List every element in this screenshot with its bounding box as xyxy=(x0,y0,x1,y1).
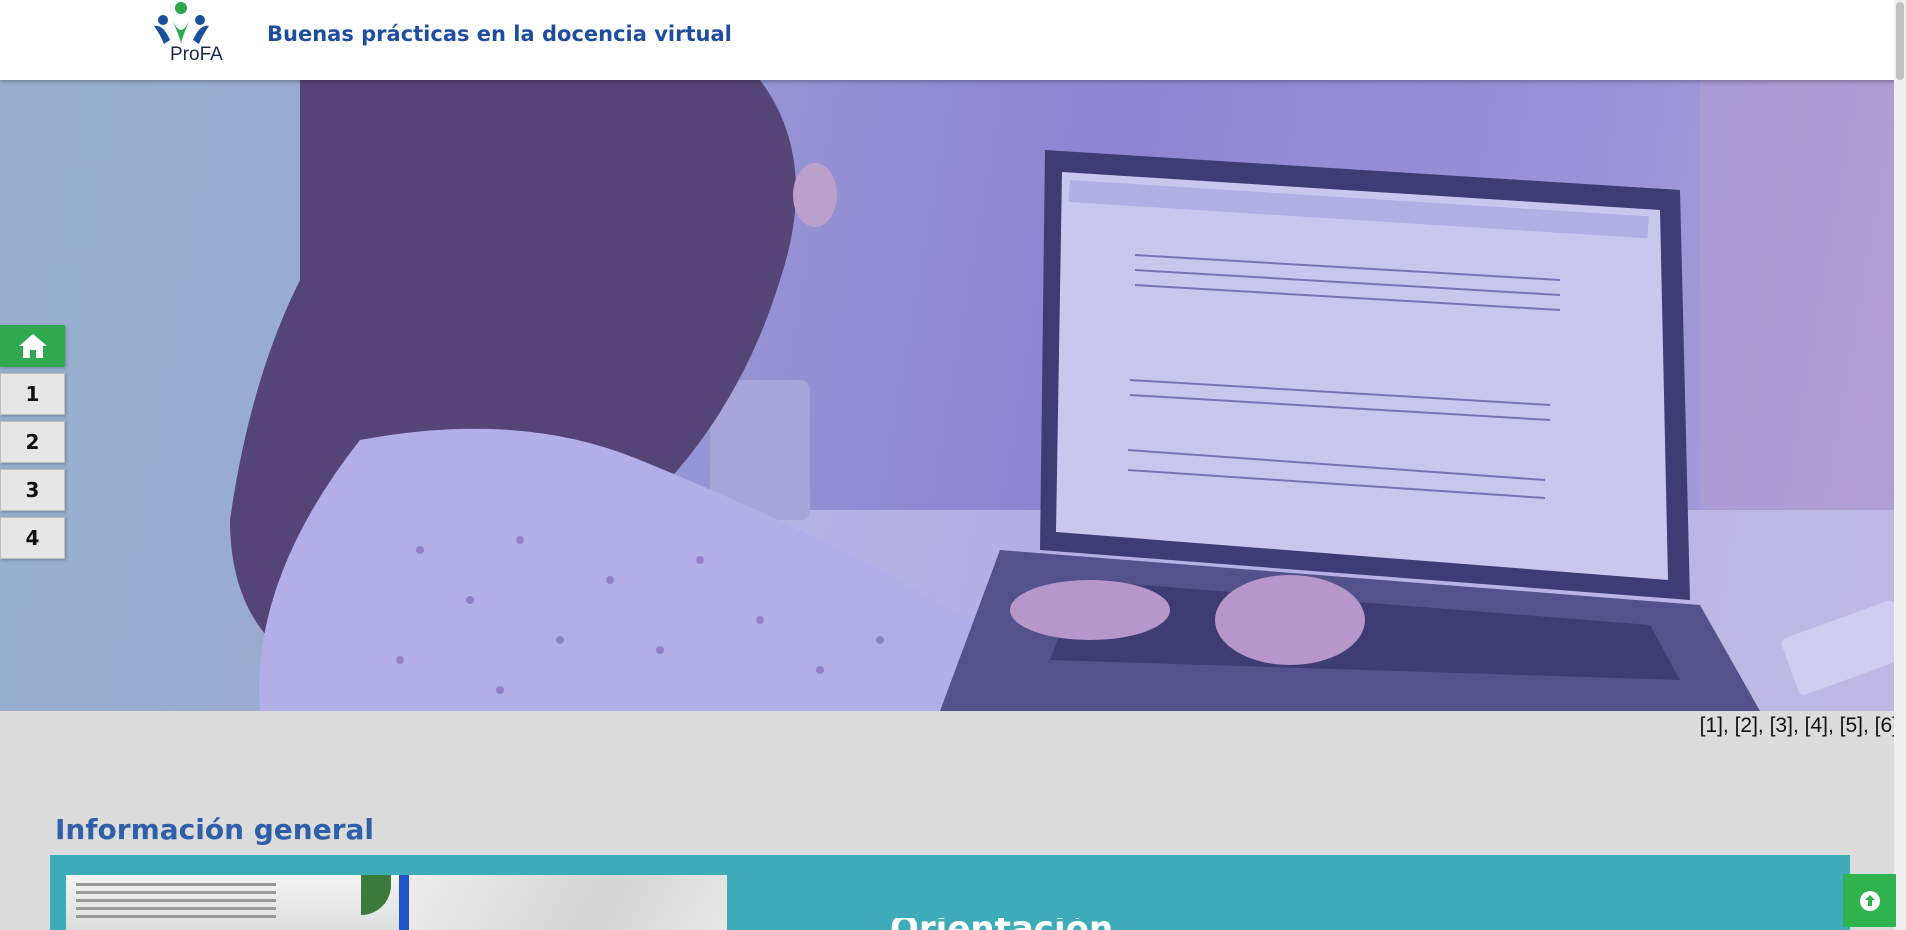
hero-banner xyxy=(0,80,1906,711)
nav-section-2-button[interactable]: 2 xyxy=(0,421,65,463)
site-title[interactable]: Buenas prácticas en la docencia virtual xyxy=(267,22,732,46)
site-header: ProFA Buenas prácticas en la docencia vi… xyxy=(0,0,1906,80)
scrollbar-thumb[interactable] xyxy=(1896,2,1904,80)
panel-heading-text: Orientación xyxy=(890,918,1120,930)
nav-section-3-button[interactable]: 3 xyxy=(0,469,65,511)
home-button[interactable] xyxy=(0,325,65,367)
hero-tint xyxy=(0,80,1906,711)
nav-section-1-button[interactable]: 1 xyxy=(0,373,65,415)
side-nav: 1 2 3 4 xyxy=(0,325,67,565)
texture-thumbnail-image xyxy=(409,875,727,930)
logo-text: ProFA xyxy=(170,44,223,65)
home-icon xyxy=(18,334,47,358)
document-thumbnail-image xyxy=(66,875,399,930)
page-scrollbar[interactable] xyxy=(1894,0,1906,930)
nav-section-4-button[interactable]: 4 xyxy=(0,517,65,559)
thumbnail-divider xyxy=(399,875,409,930)
image-credits[interactable]: [1], [2], [3], [4], [5], [6] xyxy=(1700,714,1898,738)
arrow-up-circle-icon xyxy=(1859,890,1880,911)
panel-heading: Orientación xyxy=(890,918,1120,930)
back-to-top-button[interactable] xyxy=(1843,874,1896,927)
section-title: Información general xyxy=(55,813,375,846)
